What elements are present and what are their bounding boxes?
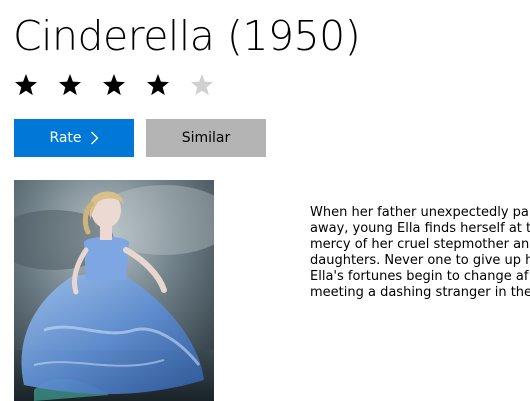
star-3[interactable]	[102, 70, 146, 100]
movie-description: When her father unexpectedly pa away, yo…	[310, 205, 530, 301]
movie-poster	[14, 180, 214, 401]
movie-detail-page: Cinderella (1950) Rate Similar When her …	[0, 0, 530, 401]
star-1[interactable]	[14, 70, 58, 100]
star-4[interactable]	[146, 70, 190, 100]
description-line: mercy of her cruel stepmother an	[310, 237, 530, 252]
rate-button[interactable]: Rate	[14, 119, 134, 157]
star-icon	[15, 74, 37, 96]
description-line: daughters. Never one to give up h	[310, 253, 530, 268]
chevron-right-icon	[90, 131, 99, 145]
star-icon	[59, 74, 81, 96]
description-line: away, young Ella finds herself at th	[310, 221, 530, 236]
star-icon	[147, 74, 169, 96]
description-line: When her father unexpectedly pa	[310, 205, 529, 220]
star-2[interactable]	[58, 70, 102, 100]
description-line: meeting a dashing stranger in the	[310, 285, 530, 300]
star-5[interactable]	[190, 70, 234, 100]
star-icon	[191, 74, 213, 96]
similar-button[interactable]: Similar	[146, 119, 266, 157]
star-icon	[103, 74, 125, 96]
star-rating[interactable]	[14, 70, 234, 100]
rate-button-label: Rate	[49, 130, 82, 146]
similar-button-label: Similar	[181, 130, 231, 146]
movie-title: Cinderella (1950)	[13, 12, 361, 60]
description-line: Ella's fortunes begin to change af	[310, 269, 529, 284]
